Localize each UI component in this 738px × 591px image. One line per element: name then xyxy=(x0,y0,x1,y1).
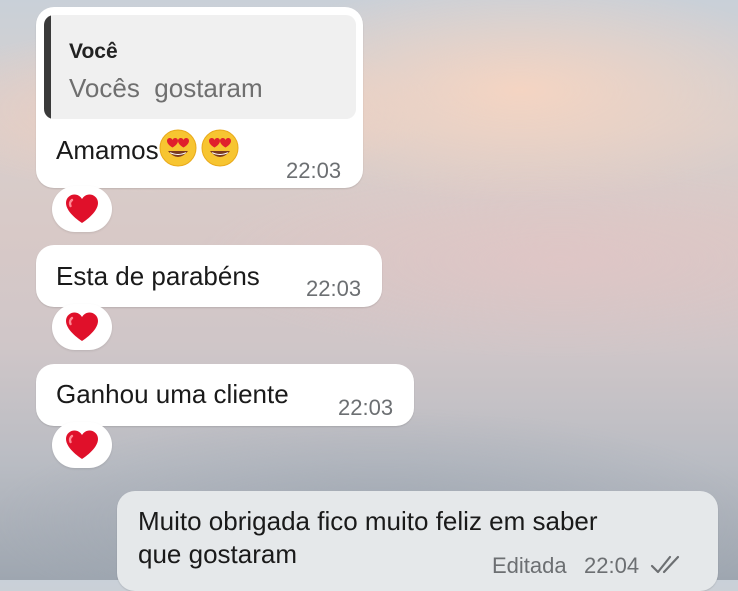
message-text-content: Amamos xyxy=(56,134,159,165)
edited-label: Editada xyxy=(492,553,567,578)
quote-text: Vocês gostaram xyxy=(69,73,263,103)
heart-icon xyxy=(66,312,98,341)
message-time: 22:04 xyxy=(584,553,640,578)
message-time: 22:03 xyxy=(286,158,342,183)
quote-author: Você xyxy=(69,40,118,63)
heart-reaction[interactable] xyxy=(52,422,112,468)
heart-icon xyxy=(66,194,98,223)
incoming-message-bubble[interactable]: Você Vocês gostaram Amamos 22:03 xyxy=(36,7,363,188)
message-time: 22:03 xyxy=(306,276,362,301)
heart-icon xyxy=(66,430,98,459)
message-time: 22:03 xyxy=(338,395,394,420)
message-text: Ganhou uma cliente xyxy=(56,379,289,409)
quote-accent-bar xyxy=(44,15,51,119)
incoming-message-bubble[interactable]: Ganhou uma cliente 22:03 xyxy=(36,364,414,426)
heart-eyes-icon xyxy=(159,129,197,167)
message-text-line2: que gostaram xyxy=(138,539,297,569)
heart-reaction[interactable] xyxy=(52,304,112,350)
message-text: Esta de parabéns xyxy=(56,261,260,291)
quoted-message[interactable]: Você Vocês gostaram xyxy=(44,15,356,119)
message-text: Amamos xyxy=(56,129,239,171)
heart-eyes-icon xyxy=(201,129,239,167)
heart-reaction[interactable] xyxy=(52,186,112,232)
message-text-line1: Muito obrigada fico muito feliz em saber xyxy=(138,506,598,536)
incoming-message-bubble[interactable]: Esta de parabéns 22:03 xyxy=(36,245,382,307)
outgoing-message-bubble[interactable]: Muito obrigada fico muito feliz em saber… xyxy=(117,491,718,591)
double-check-icon xyxy=(650,555,680,574)
